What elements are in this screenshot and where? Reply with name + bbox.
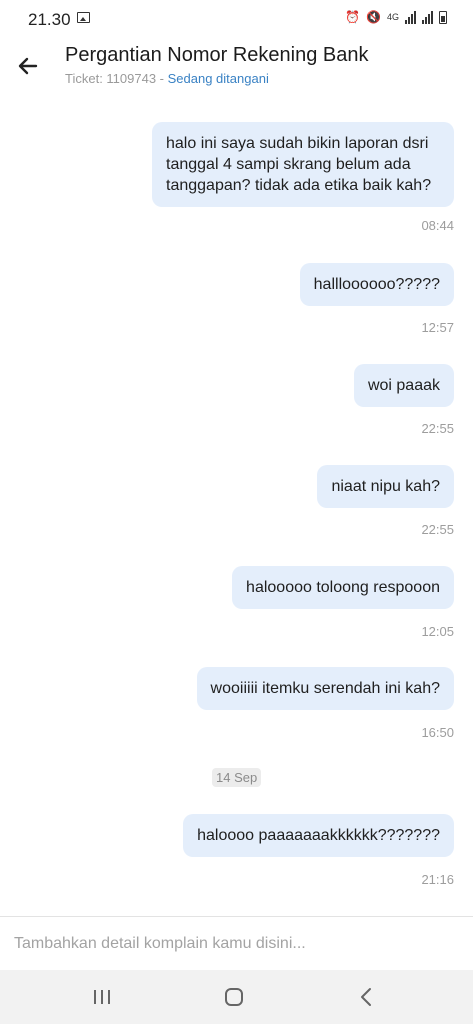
back-nav-icon [361,988,371,1006]
message-time: 16:50 [421,725,454,740]
message-bubble: wooiiiii itemku serendah ini kah? [196,667,454,710]
network-type: 4G [386,12,399,22]
back-button[interactable] [12,50,44,82]
message-time: 21:16 [421,872,454,887]
system-nav-bar [0,970,473,1024]
ticket-info: Ticket: 1109743 - Sedang ditangani [65,71,269,86]
message-text: niaat nipu kah? [331,478,440,495]
alarm-icon: ⏰ [345,10,361,24]
message-text: halooooo toloong respooon [246,579,440,596]
message-text: wooiiiii itemku serendah ini kah? [210,680,440,697]
message-time: 12:57 [421,320,454,335]
chat-header: Pergantian Nomor Rekening Bank Ticket: 1… [0,38,473,98]
back-arrow-icon [18,57,38,75]
message-time: 22:55 [421,421,454,436]
date-separator: 14 Sep [212,768,262,787]
message-text: woi paaak [367,377,440,394]
message-text: halo ini saya sudah bikin laporan dsri t… [166,135,432,194]
signal-icon-2 [422,10,433,24]
message-time: 12:05 [421,624,454,639]
message-composer [0,916,473,970]
message-bubble: niaat nipu kah? [317,465,454,508]
message-text: hallloooooo????? [313,276,440,293]
message-bubble: halooooo toloong respooon [232,566,454,609]
battery-icon [439,10,447,24]
page-title: Pergantian Nomor Rekening Bank [65,44,369,66]
message-bubble: hallloooooo????? [299,263,454,306]
recents-button[interactable] [82,982,122,1012]
message-time: 08:44 [421,218,454,233]
home-button[interactable] [214,982,254,1012]
status-icons: ⏰ 🔇 4G [345,10,447,24]
image-icon [77,12,90,23]
back-nav-button[interactable] [346,982,386,1012]
message-text: haloooo paaaaaaakkkkkk??????? [197,827,440,844]
status-time: 21.30 [28,10,71,29]
message-bubble: halo ini saya sudah bikin laporan dsri t… [152,122,454,207]
recents-icon [94,990,110,1004]
complaint-input[interactable] [14,929,454,959]
home-icon [225,988,243,1006]
status-bar: 21.30 ⏰ 🔇 4G [0,0,473,38]
ticket-status: Sedang ditangani [167,71,269,86]
ticket-label: Ticket: 1109743 - [65,71,168,86]
mute-icon: 🔇 [366,10,381,24]
message-bubble: haloooo paaaaaaakkkkkk??????? [183,814,454,857]
message-bubble: woi paaak [353,364,454,407]
signal-icon [405,10,416,24]
message-time: 22:55 [421,522,454,537]
